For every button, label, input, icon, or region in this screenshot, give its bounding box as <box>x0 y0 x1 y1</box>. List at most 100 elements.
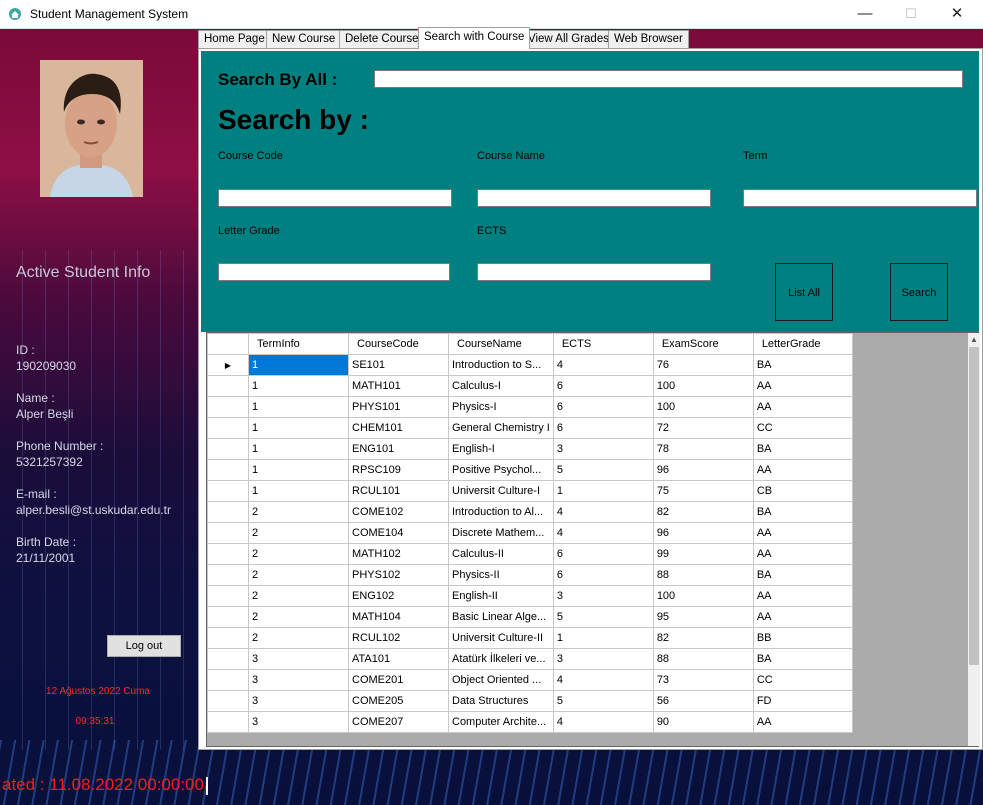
table-row[interactable]: 1 CHEM101 General Chemistry I 6 72 CC <box>207 417 853 439</box>
tab-view-all-grades[interactable]: View All Grades <box>522 30 615 48</box>
cell-lettergrade[interactable]: AA <box>752 606 853 628</box>
cell-ects[interactable]: 5 <box>552 459 654 481</box>
cell-coursecode[interactable]: MATH104 <box>348 606 449 628</box>
cell-coursecode[interactable]: RCUL101 <box>348 480 449 502</box>
row-header-cell[interactable] <box>207 648 249 670</box>
close-button[interactable]: ✕ <box>934 0 980 28</box>
cell-terminfo[interactable]: 1 <box>248 459 349 481</box>
table-row[interactable]: 2 MATH104 Basic Linear Alge... 5 95 AA <box>207 606 853 628</box>
cell-lettergrade[interactable]: BA <box>752 438 853 460</box>
term-input[interactable] <box>743 189 977 207</box>
column-header-terminfo[interactable]: TermInfo <box>248 333 349 355</box>
cell-terminfo[interactable]: 1 <box>248 396 349 418</box>
cell-ects[interactable]: 4 <box>552 501 654 523</box>
cell-examscore[interactable]: 75 <box>652 480 754 502</box>
cell-coursename[interactable]: General Chemistry I <box>448 417 554 439</box>
cell-examscore[interactable]: 100 <box>652 375 754 397</box>
cell-coursename[interactable]: Positive Psychol... <box>448 459 554 481</box>
list-all-button[interactable]: List All <box>775 263 833 321</box>
cell-ects[interactable]: 6 <box>552 417 654 439</box>
cell-examscore[interactable]: 76 <box>652 354 754 376</box>
cell-terminfo[interactable]: 1 <box>248 480 349 502</box>
tab-home-page[interactable]: Home Page <box>198 30 271 48</box>
column-header-examscore[interactable]: ExamScore <box>652 333 754 355</box>
letter-grade-input[interactable] <box>218 263 450 281</box>
cell-lettergrade[interactable]: AA <box>752 585 853 607</box>
row-header-cell[interactable] <box>207 669 249 691</box>
cell-coursename[interactable]: English-I <box>448 438 554 460</box>
cell-lettergrade[interactable]: AA <box>752 396 853 418</box>
cell-lettergrade[interactable]: CC <box>752 417 853 439</box>
grid-vertical-scrollbar[interactable]: ▲ <box>968 333 980 746</box>
cell-coursename[interactable]: Atatürk İlkeleri ve... <box>448 648 554 670</box>
cell-examscore[interactable]: 56 <box>652 690 754 712</box>
cell-ects[interactable]: 3 <box>552 648 654 670</box>
cell-examscore[interactable]: 88 <box>652 564 754 586</box>
cell-terminfo[interactable]: 2 <box>248 543 349 565</box>
cell-examscore[interactable]: 96 <box>652 522 754 544</box>
cell-coursename[interactable]: Discrete Mathem... <box>448 522 554 544</box>
cell-coursename[interactable]: Data Structures <box>448 690 554 712</box>
cell-terminfo[interactable]: 1 <box>248 417 349 439</box>
tab-delete-course[interactable]: Delete Course <box>339 30 425 48</box>
row-header-cell[interactable] <box>207 459 249 481</box>
cell-coursecode[interactable]: ENG102 <box>348 585 449 607</box>
cell-examscore[interactable]: 78 <box>652 438 754 460</box>
tab-new-course[interactable]: New Course <box>266 30 342 48</box>
search-button[interactable]: Search <box>890 263 948 321</box>
cell-coursecode[interactable]: COME102 <box>348 501 449 523</box>
cell-coursename[interactable]: Calculus-II <box>448 543 554 565</box>
row-header-cell[interactable] <box>207 522 249 544</box>
cell-coursename[interactable]: Introduction to Al... <box>448 501 554 523</box>
cell-lettergrade[interactable]: AA <box>752 459 853 481</box>
table-row[interactable]: 3 COME205 Data Structures 5 56 FD <box>207 690 853 712</box>
table-row[interactable]: 1 MATH101 Calculus-I 6 100 AA <box>207 375 853 397</box>
cell-ects[interactable]: 1 <box>552 627 654 649</box>
cell-examscore[interactable]: 82 <box>652 501 754 523</box>
cell-terminfo[interactable]: 2 <box>248 522 349 544</box>
cell-coursecode[interactable]: ATA101 <box>348 648 449 670</box>
cell-terminfo[interactable]: 1 <box>248 375 349 397</box>
cell-ects[interactable]: 5 <box>552 606 654 628</box>
cell-lettergrade[interactable]: BA <box>752 501 853 523</box>
cell-lettergrade[interactable]: BA <box>752 564 853 586</box>
cell-coursecode[interactable]: SE101 <box>348 354 449 376</box>
search-by-all-input[interactable] <box>374 70 963 88</box>
table-row[interactable]: 1 PHYS101 Physics-I 6 100 AA <box>207 396 853 418</box>
row-header-cell[interactable] <box>207 585 249 607</box>
cell-terminfo[interactable]: 3 <box>248 690 349 712</box>
row-header-cell[interactable] <box>207 711 249 733</box>
table-row[interactable]: 3 COME201 Object Oriented ... 4 73 CC <box>207 669 853 691</box>
column-header-ects[interactable]: ECTS <box>552 333 654 355</box>
cell-examscore[interactable]: 73 <box>652 669 754 691</box>
row-header-cell[interactable] <box>207 417 249 439</box>
row-header-cell[interactable] <box>207 543 249 565</box>
row-header-cell[interactable] <box>207 690 249 712</box>
minimize-button[interactable]: — <box>842 0 888 28</box>
cell-ects[interactable]: 6 <box>552 564 654 586</box>
cell-coursecode[interactable]: RPSC109 <box>348 459 449 481</box>
cell-coursecode[interactable]: COME104 <box>348 522 449 544</box>
cell-examscore[interactable]: 88 <box>652 648 754 670</box>
table-row[interactable]: ▶ 1 SE101 Introduction to S... 4 76 BA <box>207 354 853 376</box>
table-row[interactable]: 2 MATH102 Calculus-II 6 99 AA <box>207 543 853 565</box>
table-row[interactable]: 2 COME104 Discrete Mathem... 4 96 AA <box>207 522 853 544</box>
cell-coursename[interactable]: Universit Culture-I <box>448 480 554 502</box>
cell-coursecode[interactable]: COME207 <box>348 711 449 733</box>
cell-coursecode[interactable]: COME201 <box>348 669 449 691</box>
row-header-cell[interactable] <box>207 438 249 460</box>
row-header-cell[interactable] <box>207 564 249 586</box>
cell-examscore[interactable]: 100 <box>652 585 754 607</box>
cell-coursename[interactable]: Calculus-I <box>448 375 554 397</box>
scroll-thumb[interactable] <box>969 347 979 665</box>
row-header-cell[interactable] <box>207 375 249 397</box>
cell-coursename[interactable]: Basic Linear Alge... <box>448 606 554 628</box>
logout-button[interactable]: Log out <box>107 635 181 657</box>
column-header-lettergrade[interactable]: LetterGrade <box>752 333 853 355</box>
tab-search-with-course[interactable]: Search with Course <box>418 27 531 49</box>
table-row[interactable]: 3 ATA101 Atatürk İlkeleri ve... 3 88 BA <box>207 648 853 670</box>
cell-coursecode[interactable]: MATH102 <box>348 543 449 565</box>
cell-lettergrade[interactable]: BA <box>752 354 853 376</box>
course-name-input[interactable] <box>477 189 711 207</box>
cell-terminfo[interactable]: 2 <box>248 585 349 607</box>
